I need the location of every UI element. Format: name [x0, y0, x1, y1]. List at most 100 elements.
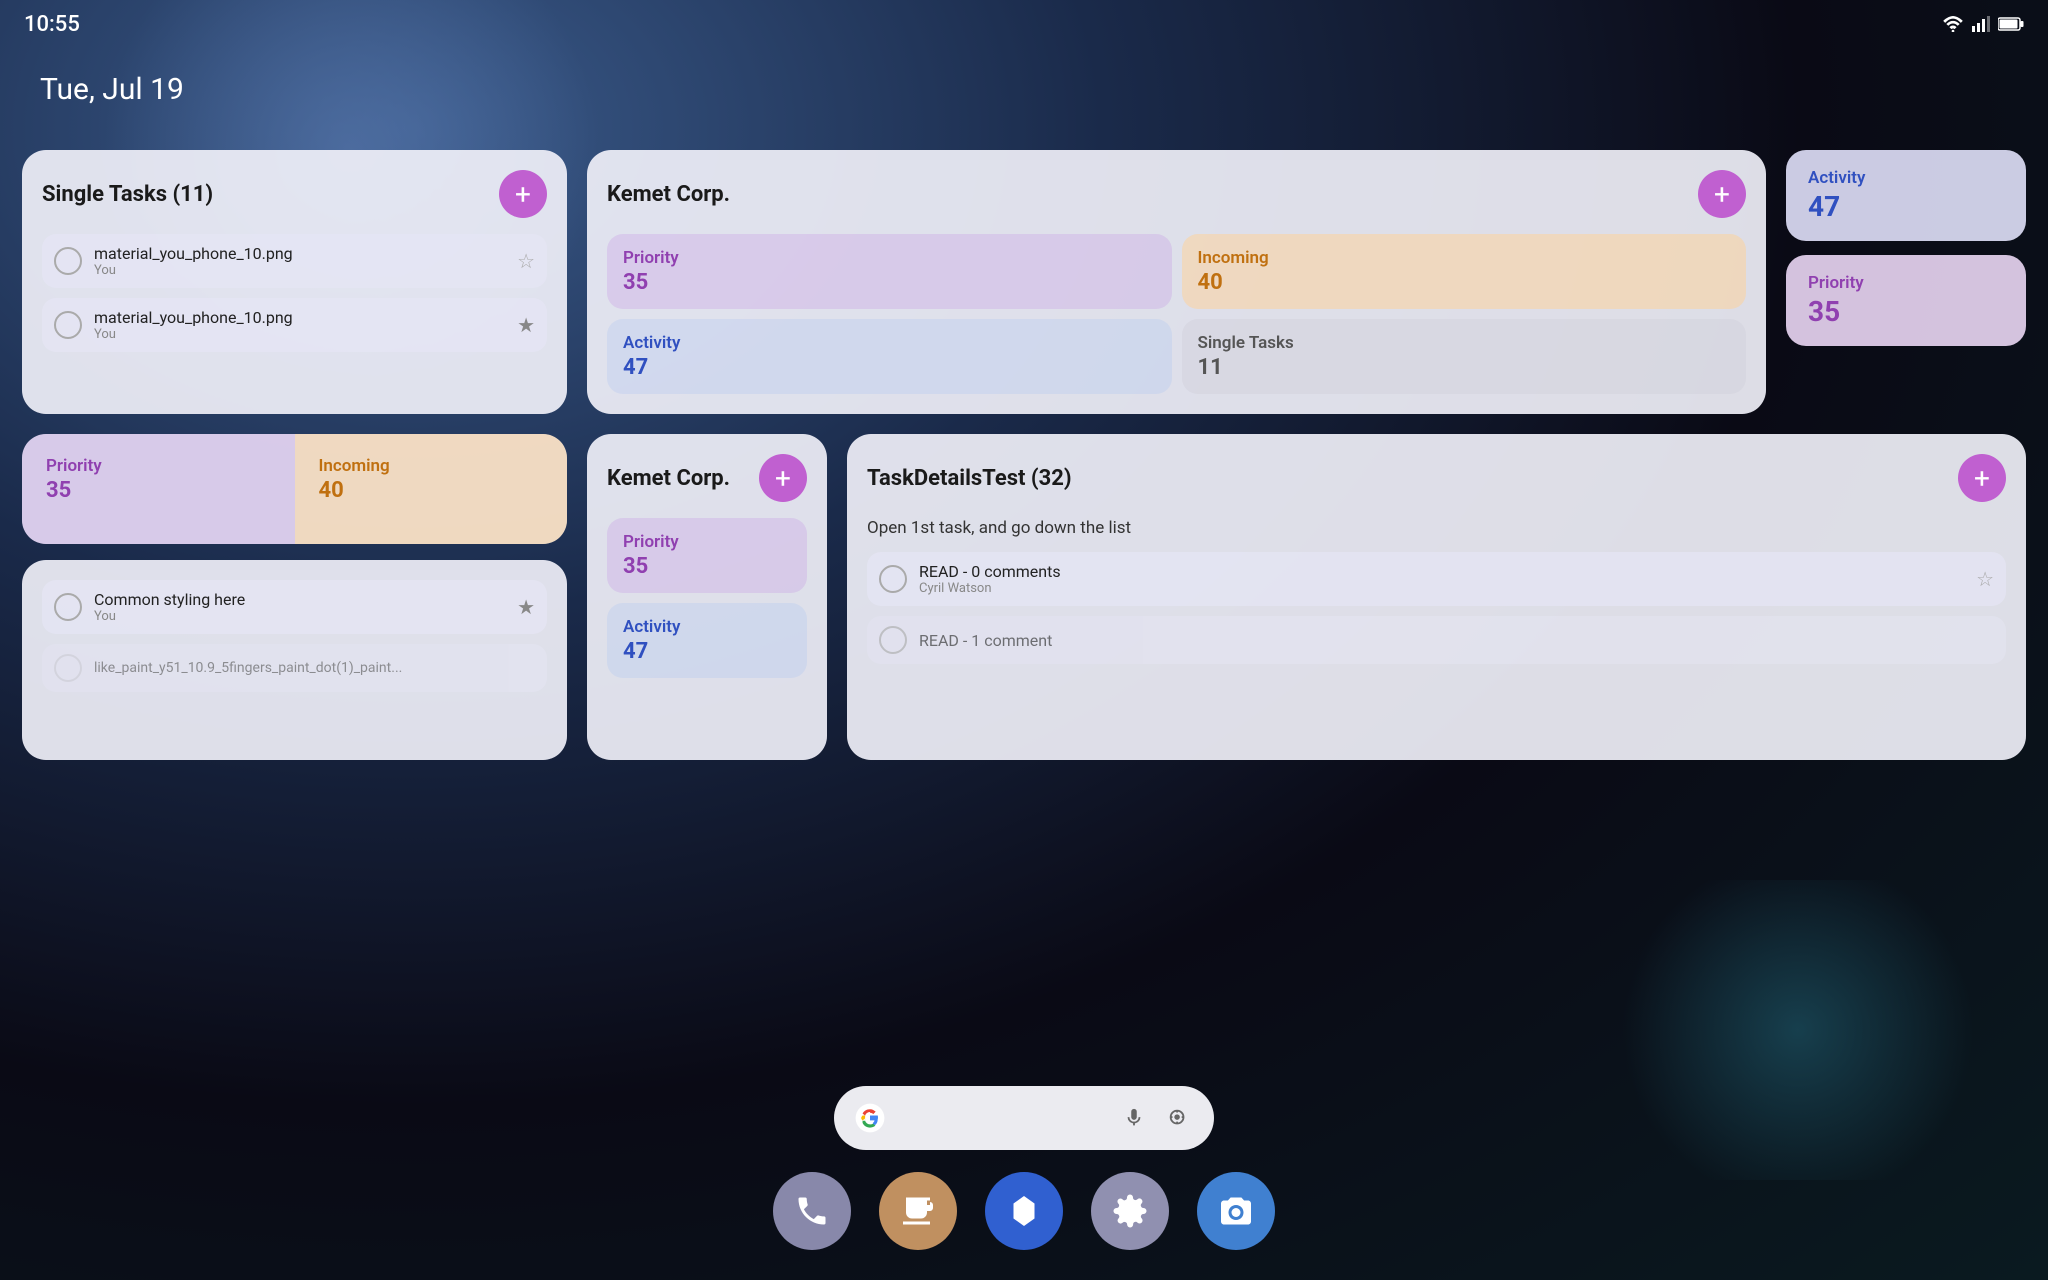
- dock-phone-icon[interactable]: [773, 1172, 851, 1250]
- stat-priority-value: 35: [623, 270, 1156, 295]
- status-icons: [1942, 16, 2024, 32]
- task-star-icon[interactable]: ☆: [1976, 567, 1994, 591]
- stat-priority-label: Priority: [623, 248, 1156, 268]
- pi-incoming-value: 40: [319, 478, 544, 503]
- widget-single-tasks: Single Tasks (11) + material_you_phone_1…: [22, 150, 567, 414]
- dock-camera-icon[interactable]: [1197, 1172, 1275, 1250]
- task-info: material_you_phone_10.png You: [94, 308, 505, 342]
- kemet-small-stats: Priority 35 Activity 47: [607, 518, 807, 678]
- task-author: You: [94, 263, 505, 278]
- activity-small-label: Activity: [1808, 168, 2004, 188]
- stat-activity-label: Activity: [623, 333, 1156, 353]
- right-col: Activity 47 Priority 35: [1786, 150, 2026, 414]
- task-name: READ - 0 comments: [919, 562, 1964, 581]
- kemet-large-header: Kemet Corp. +: [607, 170, 1746, 218]
- truncated-task-text: like_paint_y51_10.9_5fingers_paint_dot(1…: [94, 660, 402, 676]
- stat-incoming-label: Incoming: [1198, 248, 1731, 268]
- widget-task-details: TaskDetailsTest (32) + Open 1st task, an…: [847, 434, 2026, 760]
- dock: [773, 1172, 1275, 1250]
- single-tasks-add-button[interactable]: +: [499, 170, 547, 218]
- widget-priority-small[interactable]: Priority 35: [1786, 255, 2026, 346]
- pi-priority[interactable]: Priority 35: [22, 434, 295, 544]
- dock-coffee-icon[interactable]: [879, 1172, 957, 1250]
- kemet-small-priority-label: Priority: [623, 532, 791, 552]
- stat-single-tasks-label: Single Tasks: [1198, 333, 1731, 353]
- stat-single-tasks-value: 11: [1198, 355, 1731, 380]
- task-name: READ - 1 comment: [919, 631, 1994, 650]
- stat-incoming-value: 40: [1198, 270, 1731, 295]
- task-checkbox: [54, 654, 82, 682]
- kemet-small-priority[interactable]: Priority 35: [607, 518, 807, 593]
- task-details-title: TaskDetailsTest (32): [867, 466, 1072, 491]
- mic-icon[interactable]: [1118, 1102, 1150, 1134]
- pi-incoming-label: Incoming: [319, 456, 544, 476]
- widget-priority-incoming: Priority 35 Incoming 40: [22, 434, 567, 544]
- kemet-large-stats: Priority 35 Incoming 40 Activity 47 Sing…: [607, 234, 1746, 394]
- kemet-small-activity[interactable]: Activity 47: [607, 603, 807, 678]
- status-bar: 10:55: [0, 0, 2048, 48]
- left-col-bottom: Priority 35 Incoming 40 Common styling h…: [22, 434, 567, 760]
- priority-small-label: Priority: [1808, 273, 2004, 293]
- task-star-filled-icon[interactable]: ★: [517, 313, 535, 337]
- lens-icon[interactable]: [1162, 1102, 1194, 1134]
- pi-incoming[interactable]: Incoming 40: [295, 434, 568, 544]
- kemet-small-add-button[interactable]: +: [759, 454, 807, 502]
- pi-priority-label: Priority: [46, 456, 271, 476]
- task-star-icon[interactable]: ☆: [517, 249, 535, 273]
- task-item[interactable]: Common styling here You ★: [42, 580, 547, 634]
- task-author: Cyril Watson: [919, 581, 1964, 596]
- single-tasks-header: Single Tasks (11) +: [42, 170, 547, 218]
- task-info: Common styling here You: [94, 590, 505, 624]
- stat-incoming[interactable]: Incoming 40: [1182, 234, 1747, 309]
- widget-activity-small[interactable]: Activity 47: [1786, 150, 2026, 241]
- single-tasks-title: Single Tasks (11): [42, 182, 213, 207]
- task-info: READ - 0 comments Cyril Watson: [919, 562, 1964, 596]
- task-item[interactable]: material_you_phone_10.png You ★: [42, 298, 547, 352]
- widget-kemet-large: Kemet Corp. + Priority 35 Incoming 40 Ac…: [587, 150, 1766, 414]
- task-details-item-2[interactable]: READ - 1 comment: [867, 616, 2006, 664]
- task-author: You: [94, 327, 505, 342]
- task-checkbox[interactable]: [879, 626, 907, 654]
- task-checkbox[interactable]: [54, 593, 82, 621]
- dock-blue-app-icon[interactable]: [985, 1172, 1063, 1250]
- kemet-large-add-button[interactable]: +: [1698, 170, 1746, 218]
- kemet-small-activity-label: Activity: [623, 617, 791, 637]
- kemet-small-activity-value: 47: [623, 639, 791, 664]
- widget-tasks-list-bottom: Common styling here You ★ like_paint_y51…: [22, 560, 567, 760]
- task-details-item-1[interactable]: READ - 0 comments Cyril Watson ☆: [867, 552, 2006, 606]
- dock-settings-icon[interactable]: [1091, 1172, 1169, 1250]
- task-checkbox[interactable]: [54, 247, 82, 275]
- stat-activity-value: 47: [623, 355, 1156, 380]
- task-info: material_you_phone_10.png You: [94, 244, 505, 278]
- kemet-small-header: Kemet Corp. +: [607, 454, 807, 502]
- task-details-add-button[interactable]: +: [1958, 454, 2006, 502]
- task-name: material_you_phone_10.png: [94, 244, 505, 263]
- task-item[interactable]: material_you_phone_10.png You ☆: [42, 234, 547, 288]
- task-details-header: TaskDetailsTest (32) +: [867, 454, 2006, 502]
- kemet-small-priority-value: 35: [623, 554, 791, 579]
- task-name: material_you_phone_10.png: [94, 308, 505, 327]
- task-checkbox[interactable]: [54, 311, 82, 339]
- wifi-icon: [1942, 16, 1964, 32]
- signal-icon: [1972, 16, 1990, 32]
- stat-priority[interactable]: Priority 35: [607, 234, 1172, 309]
- pi-grid: Priority 35 Incoming 40: [22, 434, 567, 544]
- task-star-icon[interactable]: ★: [517, 595, 535, 619]
- battery-icon: [1998, 16, 2024, 32]
- activity-small-value: 47: [1808, 190, 2004, 223]
- date-display: Tue, Jul 19: [40, 72, 184, 107]
- pi-priority-value: 35: [46, 478, 271, 503]
- google-g-icon: [854, 1102, 886, 1134]
- search-bar[interactable]: [834, 1086, 1214, 1150]
- stat-single-tasks[interactable]: Single Tasks 11: [1182, 319, 1747, 394]
- widgets-area: Single Tasks (11) + material_you_phone_1…: [22, 150, 2026, 780]
- stat-activity[interactable]: Activity 47: [607, 319, 1172, 394]
- task-author: You: [94, 609, 505, 624]
- task-checkbox[interactable]: [879, 565, 907, 593]
- kemet-small-title: Kemet Corp.: [607, 466, 730, 491]
- priority-small-value: 35: [1808, 295, 2004, 328]
- widgets-row-1: Single Tasks (11) + material_you_phone_1…: [22, 150, 2026, 414]
- task-info: READ - 1 comment: [919, 631, 1994, 650]
- widget-kemet-small: Kemet Corp. + Priority 35 Activity 47: [587, 434, 827, 760]
- task-name: Common styling here: [94, 590, 505, 609]
